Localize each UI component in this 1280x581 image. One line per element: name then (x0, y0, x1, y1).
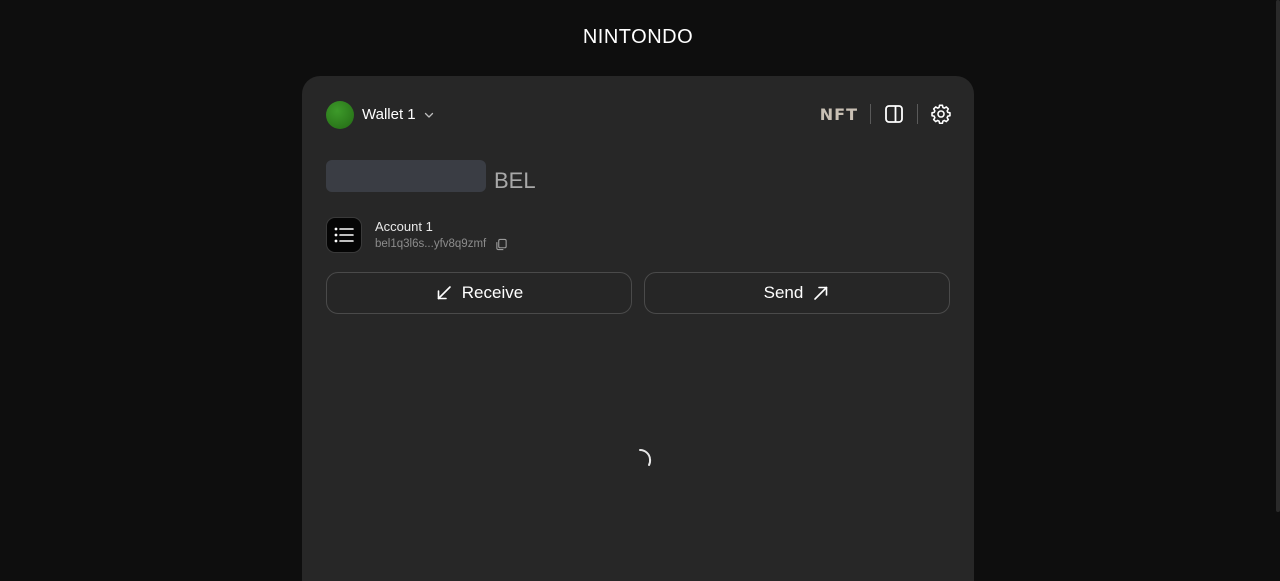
receive-button[interactable]: Receive (326, 272, 632, 314)
nft-button[interactable]: NFT (820, 105, 858, 124)
copy-icon[interactable] (495, 237, 509, 251)
balance-unit: BEL (494, 168, 536, 193)
brand-title: NINTONDO (582, 26, 694, 48)
wallet-card: Wallet 1 NFT BEL Account 1 bel1q3l6s...y… (302, 76, 974, 581)
page-scrollbar[interactable] (1276, 0, 1280, 512)
wallet-name: Wallet 1 (362, 106, 416, 123)
account-name: Account 1 (375, 219, 433, 234)
loading-spinner-icon (636, 448, 660, 472)
chevron-down-icon (424, 110, 434, 120)
account-address-row: bel1q3l6s...yfv8q9zmf (375, 237, 509, 251)
sidebar-layout-icon[interactable] (883, 103, 905, 125)
send-button[interactable]: Send (644, 272, 950, 314)
account-info: Account 1 bel1q3l6s...yfv8q9zmf (375, 219, 509, 251)
header-toolbar: NFT (820, 101, 952, 127)
account-address[interactable]: bel1q3l6s...yfv8q9zmf (375, 237, 486, 251)
gear-icon[interactable] (930, 103, 952, 125)
balance-loading-skeleton (326, 160, 486, 192)
toolbar-divider (917, 104, 918, 124)
balance-row: BEL (326, 160, 536, 192)
account-list-icon[interactable] (326, 217, 362, 253)
wallet-selector[interactable]: Wallet 1 (326, 100, 434, 129)
arrow-down-left-icon (435, 284, 453, 302)
send-label: Send (763, 283, 804, 302)
app-page: NINTONDO Wallet 1 NFT BEL Account 1 bel1… (0, 0, 1280, 581)
toolbar-divider (870, 104, 871, 124)
wallet-avatar (326, 100, 354, 129)
arrow-up-right-icon (812, 284, 830, 302)
receive-label: Receive (461, 283, 524, 302)
account-row: Account 1 bel1q3l6s...yfv8q9zmf (326, 217, 509, 253)
